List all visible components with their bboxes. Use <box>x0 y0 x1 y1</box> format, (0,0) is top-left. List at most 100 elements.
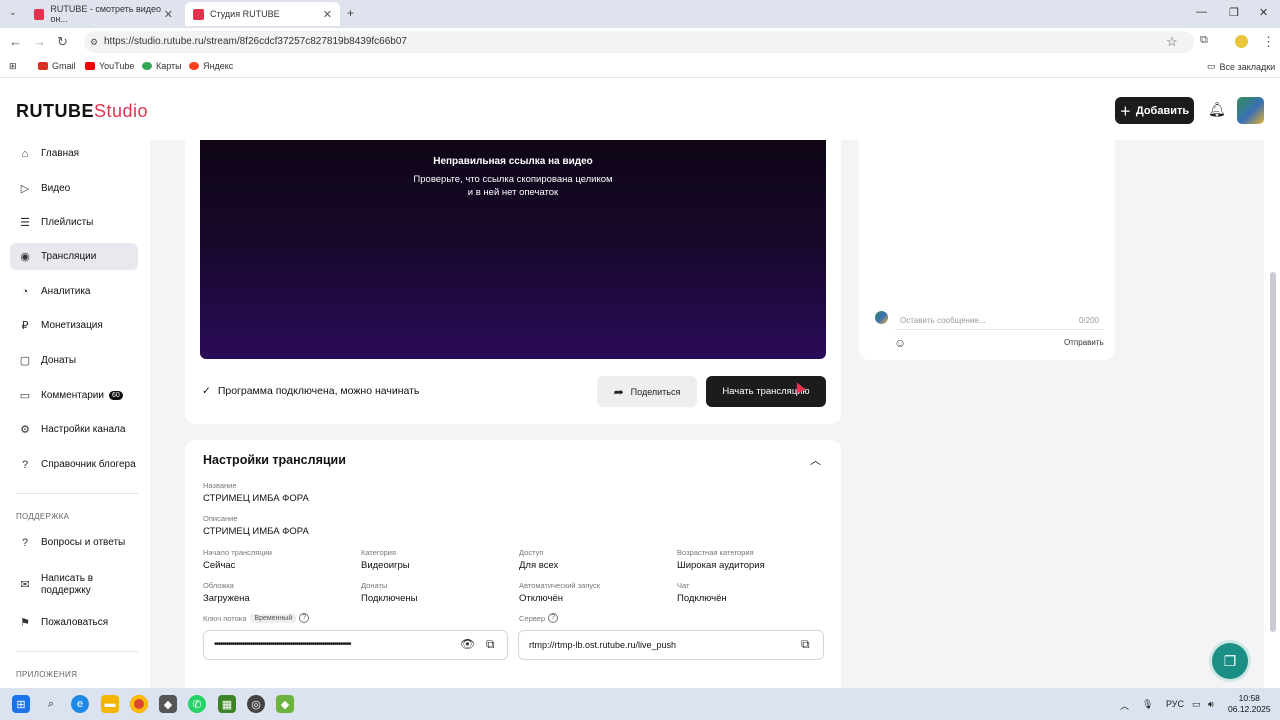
access-label: Доступ <box>519 548 544 557</box>
description-value: СТРИМЕЦ ИМБА ФОРА <box>203 526 309 537</box>
temporary-tag: Временный <box>250 613 297 623</box>
sidebar-item-video[interactable]: ▷ Видео <box>10 175 138 202</box>
player-error-text: Проверьте, что ссылка скопирована целико… <box>413 174 613 198</box>
bookmark-gmail[interactable]: Gmail <box>38 61 76 71</box>
folder-icon: ▭ <box>1207 61 1216 71</box>
system-clock[interactable]: 10:58 06.12.2025 <box>1228 693 1271 715</box>
bookmark-maps[interactable]: Карты <box>142 61 182 71</box>
apps-grid-icon[interactable]: ⊞ <box>9 61 17 72</box>
video-player[interactable]: Неправильная ссылка на видео Проверьте, … <box>200 140 826 359</box>
youtube-icon <box>85 62 95 70</box>
studio-header <box>0 80 1280 140</box>
new-tab-icon[interactable]: + <box>347 6 354 20</box>
sidebar-item-blogger-guide[interactable]: ? Справочник блогера <box>10 451 138 478</box>
bookmark-star-icon[interactable]: ☆ <box>1166 34 1178 50</box>
sidebar-item-channel-settings[interactable]: ⚙ Настройки канала <box>10 416 138 443</box>
browser-menu-icon[interactable]: ⋮ <box>1262 34 1275 50</box>
settings-title: Настройки трансляции <box>203 453 346 467</box>
rutube-studio-logo[interactable]: RUTUBEStudio <box>16 101 148 122</box>
close-tab-icon[interactable]: ✕ <box>164 8 173 21</box>
send-button[interactable]: Отправить <box>1064 338 1104 347</box>
add-button[interactable]: ＋ Добавить <box>1115 97 1194 124</box>
check-icon: ✓ <box>202 385 211 397</box>
forward-icon[interactable]: → <box>33 34 46 49</box>
copy-icon[interactable]: ⧉ <box>801 637 810 652</box>
extensions-icon[interactable]: ⧉ <box>1200 34 1208 47</box>
tray-overflow-icon[interactable]: ︿ <box>1120 699 1129 712</box>
chevron-up-icon[interactable]: ︿ <box>810 452 821 468</box>
tab-list-icon[interactable]: ⌄ <box>9 7 17 18</box>
name-value: СТРИМЕЦ ИМБА ФОРА <box>203 493 309 504</box>
site-info-icon[interactable]: ⚙ <box>90 31 98 53</box>
chat-char-counter: 0/200 <box>1078 316 1099 325</box>
stream-key-help-icon[interactable]: ? <box>299 613 310 623</box>
eye-icon[interactable]: 👁︎ <box>460 637 475 651</box>
clock-time: 10:58 <box>1238 693 1260 703</box>
apps-group-title: ПРИЛОЖЕНИЯ <box>16 670 78 679</box>
browser-tab-bar: ⌄ RUTUBE - смотреть видео он... ✕ Студия… <box>0 0 1280 28</box>
start-time-value: Сейчас <box>203 560 236 571</box>
search-icon[interactable]: ⌕ <box>42 695 60 713</box>
tab-rutube[interactable]: RUTUBE - смотреть видео он... ✕ <box>26 2 181 26</box>
volume-icon[interactable]: 🔊︎ <box>1208 699 1214 710</box>
minimize-icon[interactable]: — <box>1196 6 1207 18</box>
bookmark-youtube[interactable]: YouTube <box>85 61 134 71</box>
whatsapp-icon[interactable]: ✆ <box>188 695 206 713</box>
sidebar-item-monetization[interactable]: ₽ Монетизация <box>10 312 138 339</box>
gear-icon: ⚙ <box>20 424 30 436</box>
windows-start-icon[interactable]: ⊞ <box>12 695 30 713</box>
sidebar-item-faq[interactable]: ? Вопросы и ответы <box>10 529 138 556</box>
restore-icon[interactable]: ❐ <box>1229 6 1239 19</box>
sidebar-item-analytics[interactable]: ◔ Аналитика <box>10 278 138 305</box>
back-icon[interactable]: ← <box>9 34 22 49</box>
support-chat-button[interactable]: ❐ <box>1212 643 1248 679</box>
microphone-icon[interactable]: 🎙︎ <box>1142 699 1153 710</box>
sidebar-item-broadcasts[interactable]: ◉ Трансляции <box>10 243 138 270</box>
start-time-label: Начало трансляции <box>203 548 272 557</box>
sidebar-item-comments[interactable]: ▭ Комментарии 60 <box>10 382 138 409</box>
maps-icon <box>142 62 152 70</box>
sidebar-item-contact-support[interactable]: ✉ Написать в поддержку <box>10 569 138 601</box>
player-error-title: Неправильная ссылка на видео <box>433 156 593 167</box>
close-tab-icon[interactable]: ✕ <box>323 8 332 21</box>
profile-icon[interactable] <box>1235 35 1248 48</box>
sidebar-item-donations[interactable]: ▢ Донаты <box>10 347 138 374</box>
tab-studio[interactable]: Студия RUTUBE ✕ <box>185 2 340 26</box>
copy-icon[interactable]: ⧉ <box>486 637 495 652</box>
playlist-icon: ☰ <box>20 217 30 229</box>
page-scrollbar[interactable] <box>1270 272 1276 632</box>
url-field[interactable]: ⚙ https://studio.rutube.ru/stream/8f26cd… <box>84 31 1194 53</box>
sidebar-item-home[interactable]: ⌂ Главная <box>10 140 138 167</box>
avatar[interactable] <box>1237 97 1264 124</box>
bell-icon[interactable]: 🔔︎ <box>1208 101 1226 118</box>
obs-icon[interactable]: ◎ <box>247 695 265 713</box>
stream-key-field[interactable]: ••••••••••••••••••••••••••••••••••••••••… <box>203 630 508 660</box>
chat-value: Подключён <box>677 593 727 604</box>
launcher-icon[interactable]: ◆ <box>276 695 294 713</box>
close-window-icon[interactable]: ✕ <box>1259 6 1268 19</box>
share-button[interactable]: ➦ Поделиться <box>597 376 697 407</box>
start-stream-button[interactable]: Начать трансляцию <box>706 376 826 407</box>
file-explorer-icon[interactable]: ▬ <box>101 695 119 713</box>
sidebar-item-report[interactable]: ⚑ Пожаловаться <box>10 609 138 636</box>
chat-user-avatar <box>875 311 888 324</box>
chat-message-input[interactable]: Оставить сообщение... 0/200 <box>895 310 1104 330</box>
minecraft-icon[interactable]: ▦ <box>218 695 236 713</box>
bookmark-yandex[interactable]: Яндекс <box>189 61 233 71</box>
chrome-icon[interactable] <box>130 695 148 713</box>
server-help-icon[interactable]: ? <box>548 613 559 623</box>
tab-title: Студия RUTUBE <box>210 9 280 19</box>
all-bookmarks[interactable]: ▭ Все закладки <box>1207 61 1275 72</box>
edge-icon[interactable]: e <box>71 695 89 713</box>
reload-icon[interactable]: ↻ <box>57 34 68 50</box>
analytics-icon: ◔ <box>21 285 29 298</box>
network-icon[interactable]: ▭ <box>1192 699 1201 710</box>
sidebar-item-playlists[interactable]: ☰ Плейлисты <box>10 209 138 236</box>
server-field[interactable]: rtmp://rtmp-lb.ost.rutube.ru/live_push ⧉ <box>518 630 824 660</box>
sidebar-divider <box>16 651 138 652</box>
language-indicator[interactable]: РУС <box>1166 699 1184 709</box>
roblox-icon[interactable]: ◆ <box>159 695 177 713</box>
donations-label: Донаты <box>361 581 388 590</box>
chat-label: Чат <box>677 581 690 590</box>
emoji-icon[interactable]: ☺ <box>894 336 906 350</box>
